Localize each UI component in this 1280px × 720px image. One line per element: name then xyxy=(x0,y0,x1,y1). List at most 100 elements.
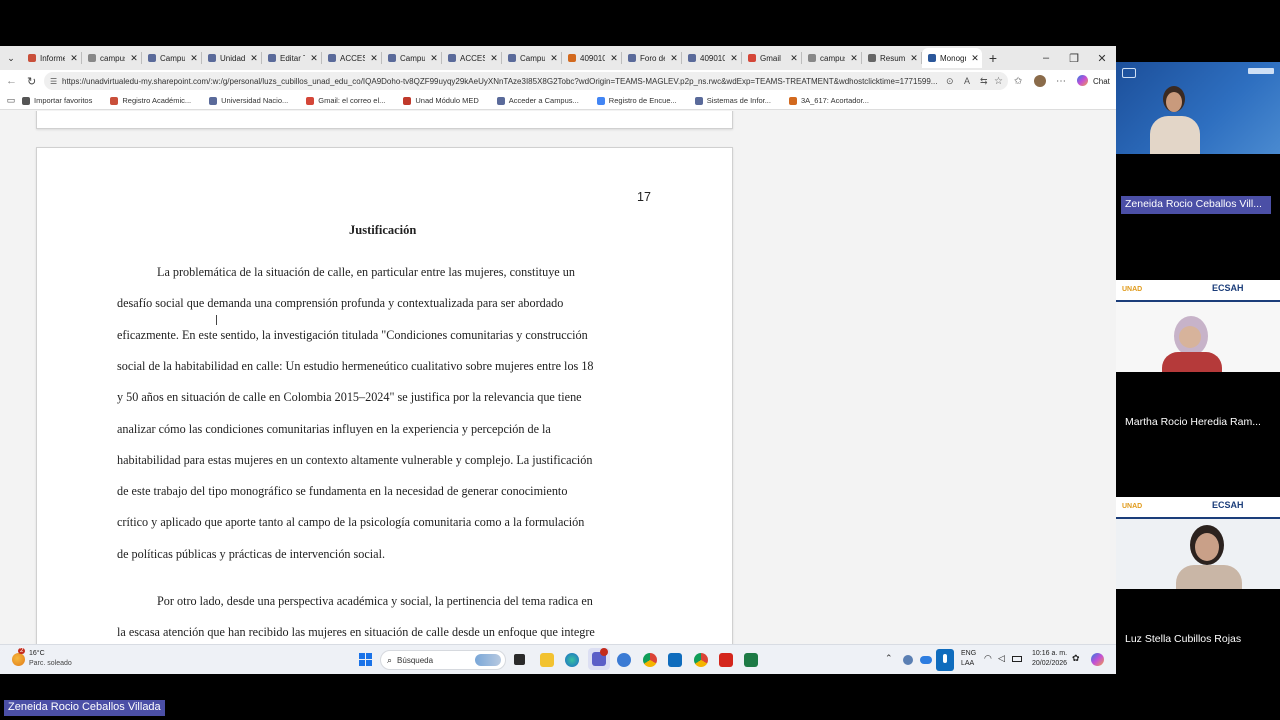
favorite-link[interactable]: 3A_617: Acortador... xyxy=(788,96,869,105)
tab-close-icon[interactable]: ✕ xyxy=(849,53,859,64)
paragraph-line: la escasa atención que han recibido las … xyxy=(117,625,595,640)
favorite-link[interactable]: Registro Académic... xyxy=(110,96,191,105)
language-bottom[interactable]: LAA xyxy=(961,660,974,667)
collections-icon[interactable]: ▭ xyxy=(0,95,22,106)
close-window-icon[interactable]: ✕ xyxy=(1088,52,1116,65)
tab-close-icon[interactable]: ✕ xyxy=(549,53,559,64)
browser-tab[interactable]: Campus ✕ xyxy=(142,48,201,68)
tab-close-icon[interactable]: ✕ xyxy=(69,53,79,64)
chat-button[interactable]: Chat xyxy=(1093,77,1110,86)
profile-avatar[interactable] xyxy=(1034,75,1046,87)
browser-tab[interactable]: Foro de ✕ xyxy=(622,48,681,68)
microphone-icon[interactable] xyxy=(936,649,954,671)
browser-tab[interactable]: ACCESIT ✕ xyxy=(322,48,381,68)
file-explorer-icon[interactable] xyxy=(540,653,554,667)
favorite-link[interactable]: Gmail: el correo el... xyxy=(306,96,385,105)
language-top[interactable]: ENG xyxy=(961,650,976,657)
favorite-link[interactable]: Registro de Encue... xyxy=(596,96,677,105)
browser-tab[interactable]: Unidad ✕ xyxy=(202,48,261,68)
browser-tab[interactable]: campus ✕ xyxy=(802,48,861,68)
taskbar-search[interactable]: ⌕ Búsqueda xyxy=(380,650,506,670)
clock-time[interactable]: 10:16 a. m. xyxy=(1032,650,1067,657)
start-button[interactable] xyxy=(359,653,372,666)
more-icon[interactable]: ⋯ xyxy=(1056,76,1066,87)
tab-close-icon[interactable]: ✕ xyxy=(729,53,739,64)
refresh-icon[interactable]: ↻ xyxy=(27,75,36,88)
tab-close-icon[interactable]: ✕ xyxy=(669,53,679,64)
wifi-icon[interactable]: ◠ xyxy=(984,653,992,664)
tab-close-icon[interactable]: ✕ xyxy=(970,53,980,64)
browser-tab[interactable]: 409010A ✕ xyxy=(682,48,741,68)
browser-tab[interactable]: Gmail ✕ xyxy=(742,48,801,68)
favorite-link[interactable]: Unad Módulo MED xyxy=(403,96,479,105)
app-icon-shield[interactable] xyxy=(617,653,631,667)
participant-video-1[interactable] xyxy=(1116,62,1280,154)
show-hidden-icons[interactable]: ⌃ xyxy=(885,653,893,664)
browser-tab[interactable]: Editar Ta ✕ xyxy=(262,48,321,68)
back-icon[interactable]: ← xyxy=(6,75,17,87)
tab-close-icon[interactable]: ✕ xyxy=(429,53,439,64)
browser-tab[interactable]: Informe ✕ xyxy=(22,48,81,68)
document-viewport[interactable]: 17 Justificación La problemática de la s… xyxy=(0,111,1116,644)
favorite-icon xyxy=(788,96,797,105)
browser-tab[interactable]: Monogr ✕ xyxy=(922,48,982,68)
tab-label: Unidad xyxy=(220,53,245,63)
favorite-link[interactable]: Sistemas de Infor... xyxy=(694,96,771,105)
url-field[interactable]: ☰ https://unadvirtualedu-my.sharepoint.c… xyxy=(44,72,1008,90)
tab-label: ACCESIT xyxy=(340,53,365,63)
tab-close-icon[interactable]: ✕ xyxy=(249,53,259,64)
translate-icon[interactable]: ⇆ xyxy=(980,76,988,87)
task-view-icon[interactable] xyxy=(514,654,525,665)
browser-tab[interactable]: 409010A ✕ xyxy=(562,48,621,68)
browser-tab[interactable]: campus ✕ xyxy=(82,48,141,68)
copilot-icon[interactable] xyxy=(1077,75,1088,86)
favorites-icon[interactable]: ✩ xyxy=(1014,76,1022,87)
volume-icon[interactable]: ◁ xyxy=(998,653,1005,664)
tab-list-menu-icon[interactable]: ⌄ xyxy=(0,53,22,64)
favorite-icon xyxy=(110,96,119,105)
browser-tab[interactable]: ACCESIT ✕ xyxy=(442,48,501,68)
tab-close-icon[interactable]: ✕ xyxy=(189,53,199,64)
tab-close-icon[interactable]: ✕ xyxy=(489,53,499,64)
participant-video-2[interactable]: UNAD ECSAH xyxy=(1116,280,1280,372)
weather-widget[interactable]: 2 16°C Parc. soleado xyxy=(12,648,82,670)
favorite-link[interactable]: Acceder a Campus... xyxy=(496,96,579,105)
window-controls: – ❐ ✕ xyxy=(1032,46,1116,70)
zoom-icon[interactable]: ⊙ xyxy=(946,76,954,87)
tab-favicon-icon xyxy=(208,54,216,62)
read-aloud-icon[interactable]: A xyxy=(964,76,970,86)
chrome-icon[interactable] xyxy=(643,653,657,667)
onedrive-icon[interactable] xyxy=(920,656,932,664)
tab-close-icon[interactable]: ✕ xyxy=(909,53,919,64)
clock-date[interactable]: 20/02/2026 xyxy=(1032,660,1067,667)
favorite-star-icon[interactable]: ☆ xyxy=(994,76,1003,87)
browser-tab[interactable]: Resume ✕ xyxy=(862,48,921,68)
chrome-profile-icon[interactable] xyxy=(694,653,708,667)
tab-close-icon[interactable]: ✕ xyxy=(789,53,799,64)
excel-icon[interactable] xyxy=(744,653,758,667)
acrobat-icon[interactable] xyxy=(719,653,733,667)
tab-close-icon[interactable]: ✕ xyxy=(129,53,139,64)
tab-strip: ⌄ Informe✕campus✕Campus✕Unidad✕Editar Ta… xyxy=(0,46,1116,70)
outlook-icon[interactable] xyxy=(668,653,682,667)
tab-close-icon[interactable]: ✕ xyxy=(609,53,619,64)
browser-tab[interactable]: Campus ✕ xyxy=(502,48,561,68)
page-number: 17 xyxy=(637,190,651,204)
favorite-link[interactable]: Importar favoritos xyxy=(22,96,92,105)
favorite-label: Registro de Encue... xyxy=(608,96,677,105)
favorite-link[interactable]: Universidad Nacio... xyxy=(209,96,288,105)
teams-icon[interactable] xyxy=(588,648,610,670)
tab-close-icon[interactable]: ✕ xyxy=(369,53,379,64)
edge-icon[interactable] xyxy=(565,653,579,667)
new-tab-icon[interactable]: + xyxy=(982,50,1004,66)
notifications-icon[interactable]: ✿ xyxy=(1072,653,1080,664)
copilot-taskbar-icon[interactable] xyxy=(1091,653,1104,666)
participant-video-3[interactable]: UNAD ECSAH xyxy=(1116,497,1280,589)
tray-app-icon-1[interactable] xyxy=(903,655,913,665)
restore-icon[interactable]: ❐ xyxy=(1060,52,1088,65)
site-info-icon[interactable]: ☰ xyxy=(50,77,57,86)
minimize-icon[interactable]: – xyxy=(1032,52,1060,64)
battery-icon[interactable] xyxy=(1012,656,1022,662)
browser-tab[interactable]: Campus ✕ xyxy=(382,48,441,68)
tab-close-icon[interactable]: ✕ xyxy=(309,53,319,64)
